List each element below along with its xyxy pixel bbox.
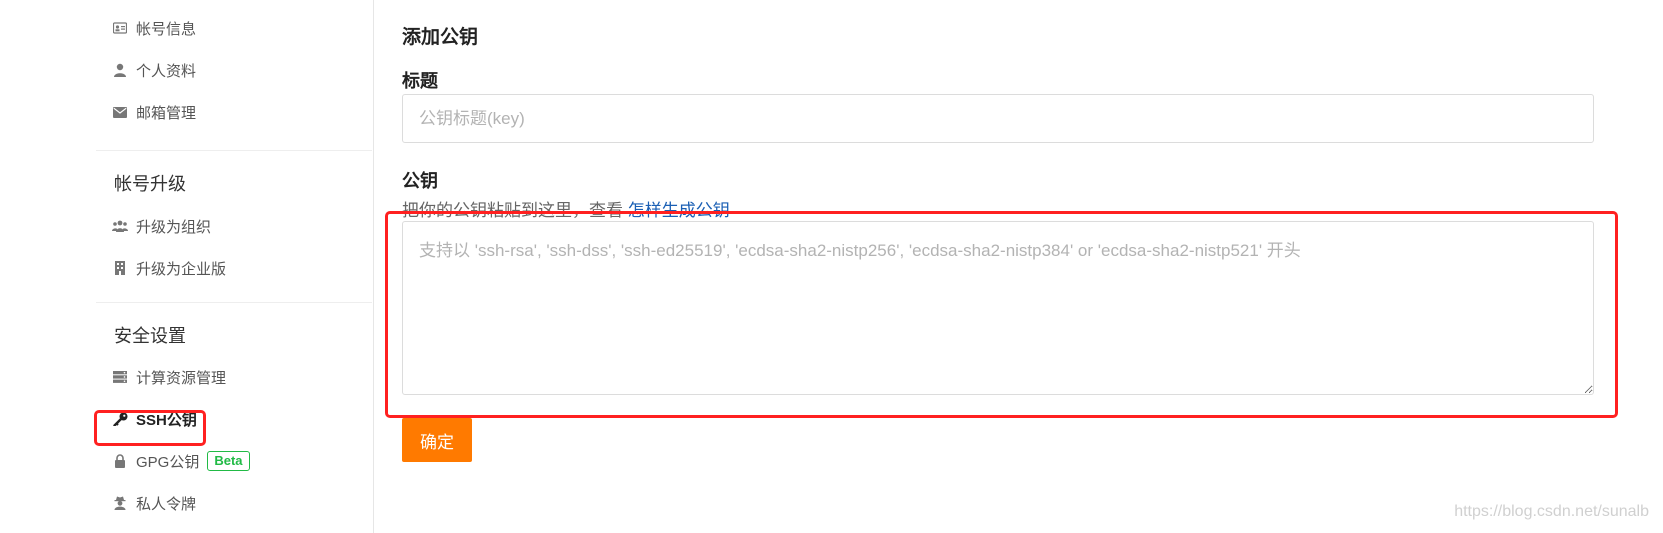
sidebar-item-label: GPG公钥: [136, 453, 200, 471]
key-title-input[interactable]: [402, 94, 1594, 143]
sidebar-divider: [96, 150, 372, 151]
sidebar-item-label: 私人令牌: [136, 495, 197, 513]
server-icon: [112, 369, 128, 385]
id-card-icon: [112, 20, 128, 36]
sidebar-item-label: 升级为组织: [136, 218, 212, 236]
sidebar-item-ssh-keys[interactable]: SSH公钥: [112, 407, 197, 431]
user-icon: [112, 62, 128, 78]
help-text: 把你的公钥粘贴到这里，查看: [402, 201, 623, 220]
sidebar-item-gpg-keys[interactable]: GPG公钥 Beta: [112, 449, 250, 473]
watermark: https://blog.csdn.net/sunalb: [1454, 503, 1649, 520]
sidebar-item-label: 帐号信息: [136, 20, 197, 38]
sidebar-item-label: 邮箱管理: [136, 104, 197, 122]
sidebar-item-label: SSH公钥: [136, 411, 197, 429]
public-key-label: 公钥: [402, 171, 438, 191]
submit-button[interactable]: 确定: [402, 418, 472, 462]
sidebar-section-upgrade: 帐号升级: [114, 174, 186, 194]
sidebar-item-compute-resources[interactable]: 计算资源管理: [112, 365, 226, 389]
sidebar-item-label: 个人资料: [136, 62, 197, 80]
page: 帐号信息 个人资料 邮箱管理 帐号升级 升级为组织 升级为企业版 安全设置 计算…: [0, 0, 1663, 533]
sidebar-item-email[interactable]: 邮箱管理: [112, 100, 196, 124]
sidebar-item-upgrade-enterprise[interactable]: 升级为企业版: [112, 256, 226, 280]
key-icon: [112, 411, 128, 427]
beta-badge: Beta: [207, 451, 250, 471]
sidebar-divider: [96, 302, 372, 303]
sidebar-item-label: 计算资源管理: [136, 369, 227, 387]
sidebar-item-label: 升级为企业版: [136, 260, 227, 278]
sidebar-section-security: 安全设置: [114, 326, 186, 346]
settings-sidebar: 帐号信息 个人资料 邮箱管理 帐号升级 升级为组织 升级为企业版 安全设置 计算…: [96, 0, 374, 533]
sidebar-item-private-tokens[interactable]: 私人令牌: [112, 491, 196, 515]
sidebar-item-account-info[interactable]: 帐号信息: [112, 16, 196, 40]
page-title: 添加公钥: [402, 27, 479, 48]
how-to-generate-key-link[interactable]: 怎样生成公钥: [628, 201, 730, 220]
lock-icon: [112, 453, 128, 469]
users-icon: [112, 218, 128, 234]
public-key-help: 把你的公钥粘贴到这里，查看 怎样生成公钥: [402, 196, 730, 221]
public-key-textarea[interactable]: [402, 221, 1594, 395]
title-label: 标题: [402, 71, 438, 91]
sidebar-item-upgrade-org[interactable]: 升级为组织: [112, 214, 211, 238]
user-secret-icon: [112, 495, 128, 511]
building-icon: [112, 260, 128, 276]
envelope-icon: [112, 104, 128, 120]
sidebar-item-profile[interactable]: 个人资料: [112, 58, 196, 82]
